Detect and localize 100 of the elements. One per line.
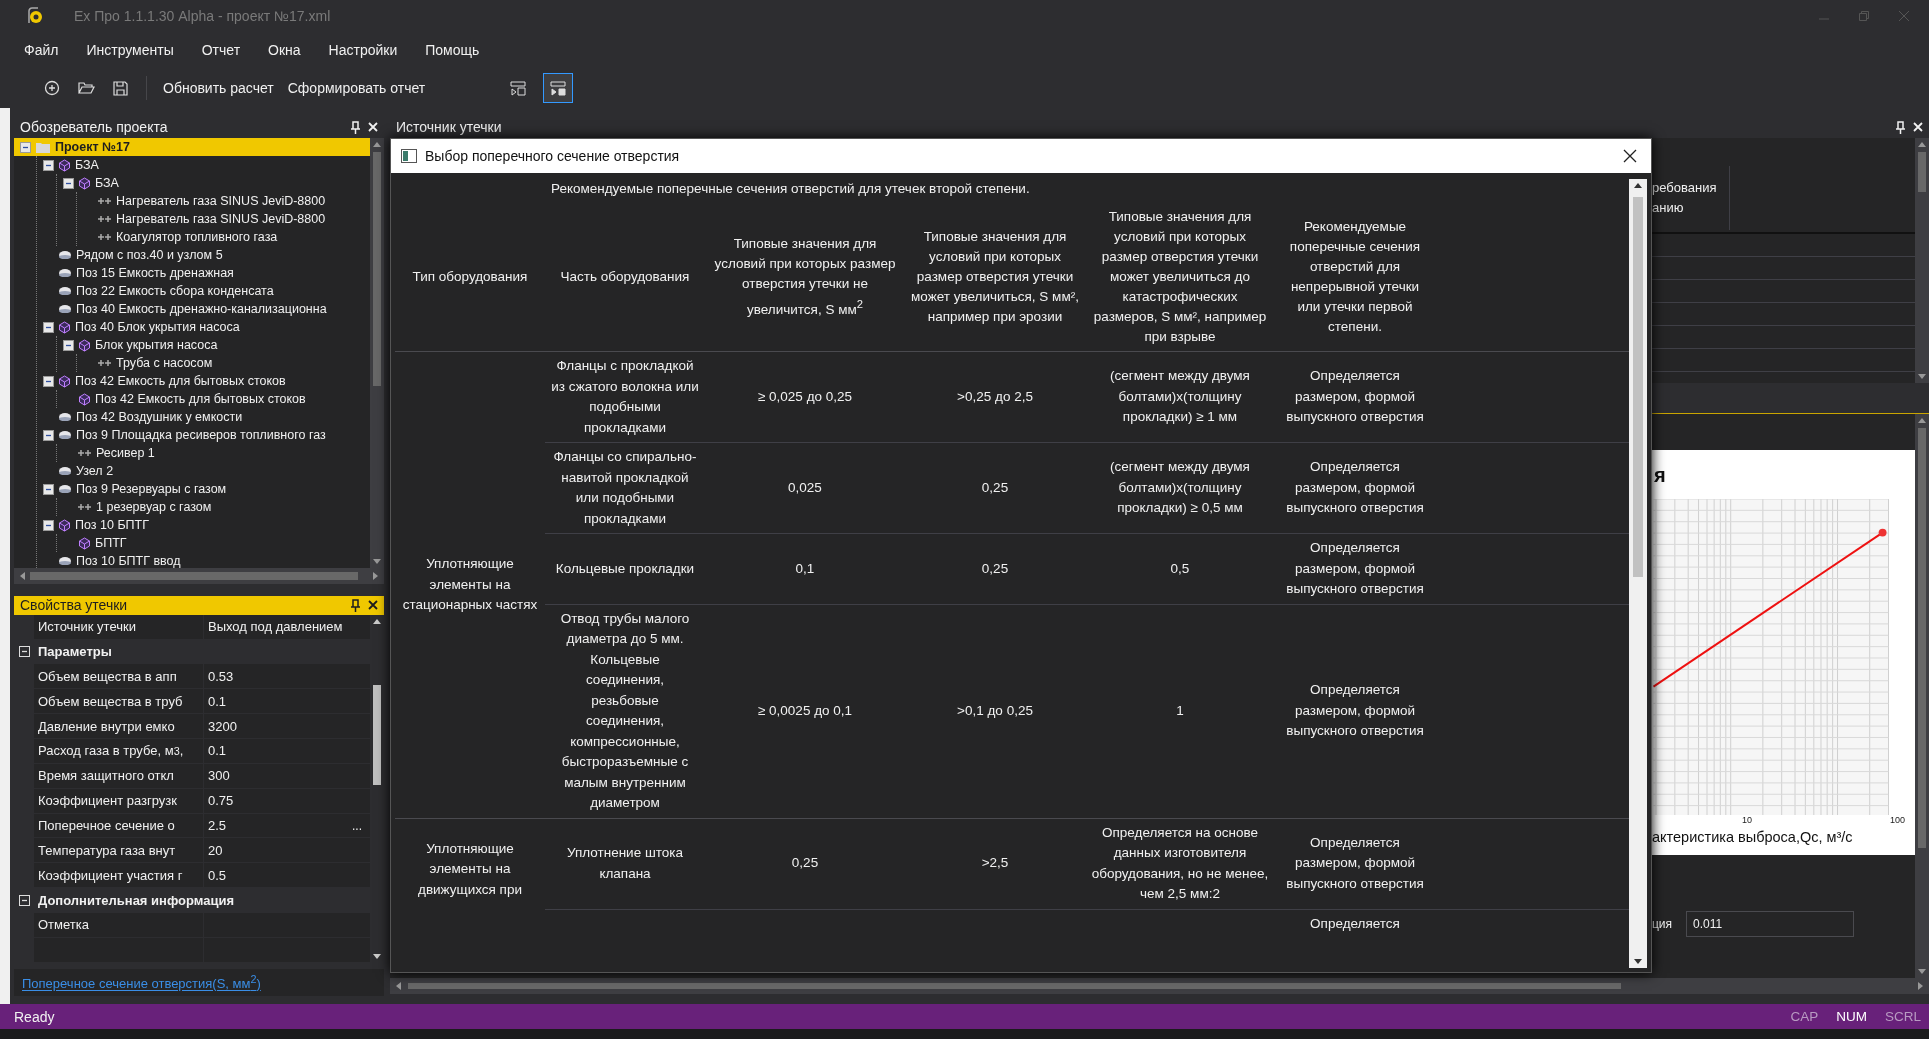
tree-item[interactable]: Проект №17: [14, 138, 370, 156]
tree-item[interactable]: БЗА: [37, 156, 370, 174]
property-name: Отметка: [34, 913, 204, 937]
disc-icon: [58, 286, 72, 296]
table-cell: Отвод трубы малого диаметра до 5 мм. Кольцевые соединения, резьбовые соединения, компрессионные, быстроразъемные с малым внутренним диаметром: [545, 604, 705, 818]
toolbar-button[interactable]: Обновить расчет: [161, 78, 276, 98]
tree-item[interactable]: Рядом с поз.40 и узлом 5: [37, 246, 370, 264]
scroll-right-icon[interactable]: [1917, 982, 1925, 990]
property-value: 20: [204, 838, 370, 863]
tree-item[interactable]: Поз 40 Блок укрытия насоса: [37, 318, 370, 336]
scrollbar-thumb[interactable]: [1918, 428, 1926, 848]
table-cell: (сегмент между двумя болтами)х(толщину прокладки) ≥ 0,5 мм: [1085, 442, 1275, 534]
collapse-toggle[interactable]: [43, 159, 54, 171]
scrollbar-thumb[interactable]: [1918, 152, 1926, 192]
table-cell: 0,5: [1085, 533, 1275, 604]
tree-item[interactable]: БПТГ: [57, 534, 370, 552]
table-cell: ≥ 0,0025 до 0,1: [705, 604, 905, 818]
tree-item[interactable]: Поз 10 БПТГ ввод: [37, 552, 370, 568]
property-name: Объем вещества в труб: [34, 689, 204, 714]
scroll-right-icon[interactable]: [372, 572, 380, 580]
tree-item[interactable]: Поз 10 БПТГ: [37, 516, 370, 534]
menu-item[interactable]: Отчет: [201, 42, 241, 58]
tree-item[interactable]: БЗА: [57, 174, 370, 192]
disc-icon: [58, 250, 72, 260]
disc-icon: [58, 466, 72, 476]
vertical-scrollbar[interactable]: [1915, 414, 1929, 978]
tree-item[interactable]: Ресивер 1: [57, 444, 370, 462]
scrollbar-thumb[interactable]: [373, 152, 381, 386]
panel-title: Свойства утечки: [20, 597, 129, 614]
collapse-toggle[interactable]: [43, 375, 54, 387]
property-name: Коэффициент разгрузк: [34, 788, 204, 813]
menu-item[interactable]: Помощь: [425, 42, 480, 58]
plus-icon: [78, 449, 92, 457]
tree-item[interactable]: Поз 42 Емкость для бытовых стоков: [37, 372, 370, 390]
property-name: Источник утечки: [34, 614, 204, 639]
app-logo-icon: [26, 7, 44, 25]
panel-title: Источник утечки: [396, 119, 503, 135]
scrollbar-thumb[interactable]: [373, 684, 381, 785]
table-cell: 0,025: [705, 442, 905, 534]
tick-label: 10: [1742, 815, 1752, 825]
table-cell: (сегмент между двумя болтами)х(толщину прокладки) ≥ 1 мм: [1085, 351, 1275, 443]
table-cell: 0,25: [705, 818, 905, 909]
scroll-down-icon[interactable]: [373, 952, 381, 961]
horizontal-scrollbar[interactable]: [14, 568, 384, 584]
property-name: Время защитного откл: [34, 763, 204, 788]
collapse-toggle[interactable]: [43, 429, 54, 441]
tree-item[interactable]: 1 резервуар с газом: [57, 498, 370, 516]
collapse-toggle[interactable]: [43, 321, 54, 333]
vertical-scrollbar[interactable]: [370, 138, 384, 568]
scroll-left-icon[interactable]: [18, 572, 26, 580]
scroll-down-icon[interactable]: [1634, 958, 1642, 966]
tree-item[interactable]: Поз 22 Емкость сбора конденсата: [37, 282, 370, 300]
menu-item[interactable]: Настройки: [328, 42, 398, 58]
plus-icon: [98, 197, 112, 205]
dialog-title: Выбор поперечного сечение отверстия: [425, 148, 680, 164]
tree-item[interactable]: Поз 9 Площадка ресиверов топливного газ: [37, 426, 370, 444]
column-header: Типовые значения для условий при которых размер отверстия утечки может увеличиться, S мм², например при эрозии: [905, 203, 1085, 352]
tree-item[interactable]: Поз 40 Емкость дренажно-канализационна: [37, 300, 370, 318]
save-icon[interactable]: [112, 80, 128, 96]
tree-item[interactable]: Поз 42 Воздушник у емкости: [37, 408, 370, 426]
input-field[interactable]: 0.011: [1686, 911, 1855, 937]
layout-toggle-button[interactable]: [543, 73, 574, 103]
tree-item[interactable]: Труба с насосом: [77, 354, 370, 372]
folder-icon[interactable]: [77, 81, 95, 95]
tree-item[interactable]: Нагреватель газа SINUS JeviD-8800: [77, 210, 370, 228]
close-icon[interactable]: [368, 600, 378, 611]
window-layout-icon: [550, 80, 567, 96]
menu-item[interactable]: Инструменты: [86, 42, 174, 58]
tree-item[interactable]: Поз 42 Емкость для бытовых стоков: [57, 390, 370, 408]
scrollbar-thumb[interactable]: [30, 572, 358, 580]
scroll-up-icon[interactable]: [1634, 181, 1642, 189]
collapse-toggle[interactable]: [43, 483, 54, 495]
collapse-toggle[interactable]: [43, 519, 54, 531]
menu-item[interactable]: Окна: [268, 42, 301, 58]
collapse-toggle[interactable]: [63, 177, 74, 189]
collapse-toggle[interactable]: [20, 141, 31, 153]
scrollbar-thumb[interactable]: [408, 983, 1621, 989]
vertical-scrollbar[interactable]: [1915, 138, 1929, 383]
add-icon[interactable]: [44, 80, 60, 96]
ellipsis-button[interactable]: ...: [350, 818, 364, 833]
column-header: ребования: [1652, 179, 1718, 197]
scrollbar-thumb[interactable]: [1633, 197, 1643, 577]
column-header: Рекомендуемые поперечные сечения отверстий для непрерывной утечки или утечки первой степени.: [1275, 203, 1436, 352]
table-cell: 1: [1085, 604, 1275, 818]
tree-item[interactable]: Узел 2: [37, 462, 370, 480]
table-cell: >0,1 до 0,25: [905, 604, 1085, 818]
pin-icon[interactable]: [351, 598, 360, 612]
tree-item[interactable]: Блок укрытия насоса: [57, 336, 370, 354]
menu-item[interactable]: Файл: [24, 42, 59, 58]
tree-item[interactable]: Нагреватель газа SINUS JeviD-8800: [77, 192, 370, 210]
scroll-left-icon[interactable]: [394, 982, 402, 990]
tree-item[interactable]: Коагулятор топливного газа: [77, 228, 370, 246]
toolbar-button[interactable]: Сформировать отчет: [285, 78, 428, 98]
property-name: Объем вещества в апп: [34, 664, 204, 689]
property-value: 0.53: [204, 664, 370, 689]
horizontal-scrollbar[interactable]: [390, 978, 1929, 994]
collapse-toggle[interactable]: [63, 339, 74, 351]
tree-item[interactable]: Поз 15 Емкость дренажная: [37, 264, 370, 282]
vertical-scrollbar[interactable]: [1629, 179, 1647, 968]
tree-item[interactable]: Поз 9 Резервуары с газом: [37, 480, 370, 498]
